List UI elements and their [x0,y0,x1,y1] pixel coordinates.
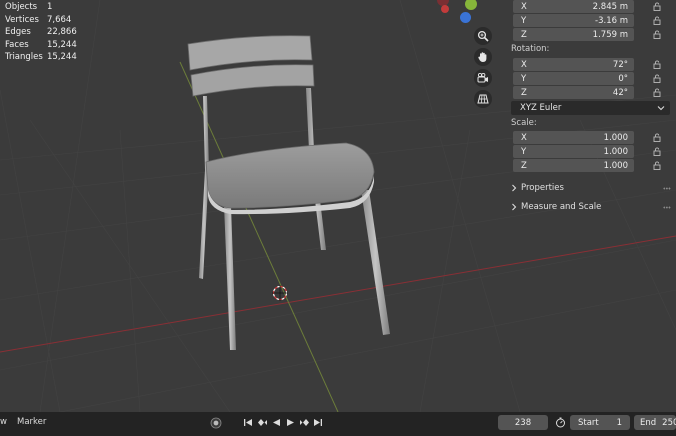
lock-icon[interactable] [653,30,662,39]
lock-icon[interactable] [653,60,662,69]
lock-icon[interactable] [653,88,662,97]
camera-icon [477,72,488,83]
play-icon [286,419,294,426]
drag-grip-icon[interactable] [663,206,671,209]
jump-start-button[interactable] [242,416,254,429]
rotation-label: Rotation: [511,44,550,54]
keyframe-toggle-button[interactable] [210,416,222,429]
chair-backrest-bottom [190,64,315,97]
scale-x-field[interactable]: X 1.000 [513,131,634,144]
location-y-field[interactable]: Y -3.16 m [513,14,634,27]
prev-keyframe-button[interactable] [256,416,268,429]
stat-objects: Objects 1 [5,2,53,12]
scale-y-field[interactable]: Y 1.000 [513,145,634,158]
chair-front-leg-right [361,190,390,335]
stat-vertices: Vertices 7,664 [5,14,72,25]
location-z-field[interactable]: Z 1.759 m [513,28,634,41]
marker-menu[interactable]: Marker [17,417,46,427]
chevron-down-icon [657,106,665,111]
rotation-mode-dropdown[interactable]: XYZ Euler [511,101,670,115]
rotation-z-field[interactable]: Z 42° [513,86,634,99]
play-reverse-icon [272,419,280,426]
chevron-right-icon [512,203,517,211]
chair-front-leg-left [224,205,236,350]
stopwatch-icon [555,417,565,428]
pan-button[interactable] [474,48,492,66]
lock-icon[interactable] [653,147,662,156]
lock-icon[interactable] [653,2,662,11]
play-reverse-button[interactable] [270,416,282,429]
properties-subpanel-header[interactable]: Properties [511,183,564,193]
location-x-field[interactable]: X 2.845 m [513,0,634,13]
jump-end-button[interactable] [312,416,324,429]
zoom-button[interactable] [474,27,492,45]
chair-seat [205,142,375,209]
view-menu[interactable]: w [0,417,7,427]
gizmo-x-dot[interactable] [441,5,449,13]
prev-keyframe-icon [257,419,267,426]
camera-view-button[interactable] [474,69,492,87]
stat-triangles: Triangles 15,244 [5,52,77,62]
start-frame-field[interactable]: Start 1 [570,415,630,430]
record-icon [210,417,222,428]
timeline-header: w Marker 238 Start 1 End 250 [0,412,676,436]
rotation-y-field[interactable]: Y 0° [513,72,634,85]
magnifier-icon [477,30,489,42]
scale-label: Scale: [511,118,537,128]
lock-icon[interactable] [653,74,662,83]
3d-cursor[interactable] [272,285,288,301]
hand-icon [478,52,487,62]
end-frame-field[interactable]: End 250 [634,415,676,430]
use-preview-range-toggle[interactable] [554,416,566,429]
gizmo-z-dot[interactable] [460,12,471,23]
transform-sidebar: X 2.845 m Y -3.16 m Z 1.759 m Rotation: X 72… [507,0,676,412]
next-keyframe-button[interactable] [298,416,310,429]
measure-scale-subpanel-header[interactable]: Measure and Scale [511,202,601,212]
jump-end-icon [314,419,322,426]
3d-viewport[interactable]: Objects 1 Vertices 7,664 Edges 22,866 Faces… [0,0,676,412]
play-button[interactable] [284,416,296,429]
drag-grip-icon[interactable] [663,187,671,190]
lock-icon[interactable] [653,16,662,25]
current-frame-field[interactable]: 238 [498,415,548,430]
scale-z-field[interactable]: Z 1.000 [513,159,634,172]
rotation-x-field[interactable]: X 72° [513,58,634,71]
scene-statistics: Objects 1 Vertices 7,664 Edges 22,866 Faces… [5,1,77,64]
stat-faces: Faces 15,244 [5,39,77,50]
grid-icon [477,94,489,104]
next-keyframe-icon [299,419,309,426]
ortho-toggle-button[interactable] [474,90,492,108]
lock-icon[interactable] [653,161,662,170]
stat-edges: Edges 22,866 [5,27,77,37]
jump-start-icon [244,419,252,426]
lock-icon[interactable] [653,133,662,142]
chevron-right-icon [512,184,517,192]
